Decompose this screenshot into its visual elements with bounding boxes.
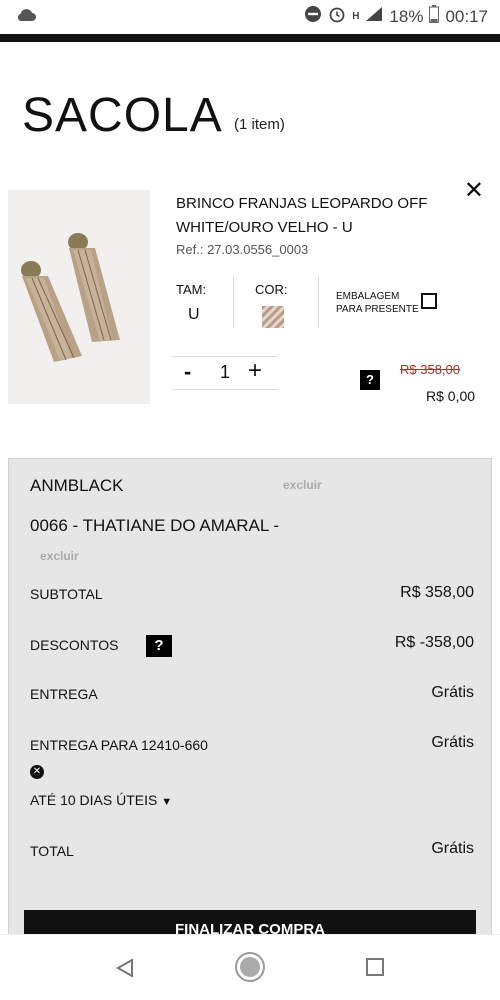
alarm-icon [328,5,346,28]
remove-seller-link[interactable]: excluir [40,549,79,563]
price-help-icon[interactable]: ? [360,370,380,390]
quantity-stepper: - 1 + [172,356,278,390]
quantity-value: 1 [220,362,231,382]
remove-item-icon[interactable]: ✕ [464,176,484,205]
divider [233,276,234,328]
battery-percent: 18% [389,6,424,26]
subtotal-value: R$ 358,00 [400,584,474,601]
decrease-button[interactable]: - [184,359,191,385]
recents-icon[interactable] [365,957,385,982]
page-title: SACOLA [22,89,223,142]
caret-down-icon: ▼ [161,796,173,808]
remove-coupon-link[interactable]: excluir [283,478,322,492]
discount-label: DESCONTOS [30,637,119,653]
battery-icon [429,5,440,28]
discount-help-icon[interactable]: ? [146,635,172,657]
current-price: R$ 0,00 [426,388,476,404]
delivery-time-label: ATÉ 10 DIAS ÚTEIS [30,792,158,808]
color-swatch [262,306,284,328]
cloud-icon [16,8,36,27]
product-ref: Ref.: 27.03.0556_0003 [176,242,309,257]
total-label: TOTAL [30,843,74,859]
original-price: R$ 358,00 [400,362,460,377]
size-label: TAM: [176,282,207,297]
delivery-time-dropdown[interactable]: ATÉ 10 DIAS ÚTEIS ▼ [30,792,172,808]
header-divider [0,34,500,42]
product-name[interactable]: BRINCO FRANJAS LEOPARDO OFF WHITE/OURO V… [176,192,456,240]
gift-wrap-checkbox[interactable] [421,293,437,309]
subtotal-label: SUBTOTAL [30,586,103,602]
delivery-label: ENTREGA [30,686,98,702]
increase-button[interactable]: + [248,357,262,385]
clock: 00:17 [445,6,488,26]
product-image[interactable] [8,190,150,404]
divider [318,276,319,328]
seller-name: 0066 - THATIANE DO AMARAL - [30,516,280,535]
earrings-illustration [21,233,120,362]
delivery-to-value: Grátis [431,734,474,751]
home-icon[interactable] [234,951,266,988]
signal-icon [365,6,383,27]
discount-value: R$ -358,00 [394,634,474,651]
delivery-value: Grátis [431,684,474,701]
navigation-bar [0,934,500,1000]
back-icon[interactable] [114,957,136,984]
coupon-code: ANMBLACK [30,476,124,495]
do-not-disturb-icon [304,5,322,28]
color-label: COR: [255,282,288,297]
size-value: U [188,306,200,323]
item-count: (1 item) [234,116,285,133]
network-type: H [352,11,360,22]
total-value: Grátis [431,840,474,857]
gift-wrap-label: EMBALAGEM PARA PRESENTE [336,291,419,315]
delivery-to-label: ENTREGA PARA 12410-660 [30,737,208,753]
status-bar: H 18% 00:17 [0,0,500,34]
remove-zipcode-icon[interactable]: ✕ [30,765,44,779]
